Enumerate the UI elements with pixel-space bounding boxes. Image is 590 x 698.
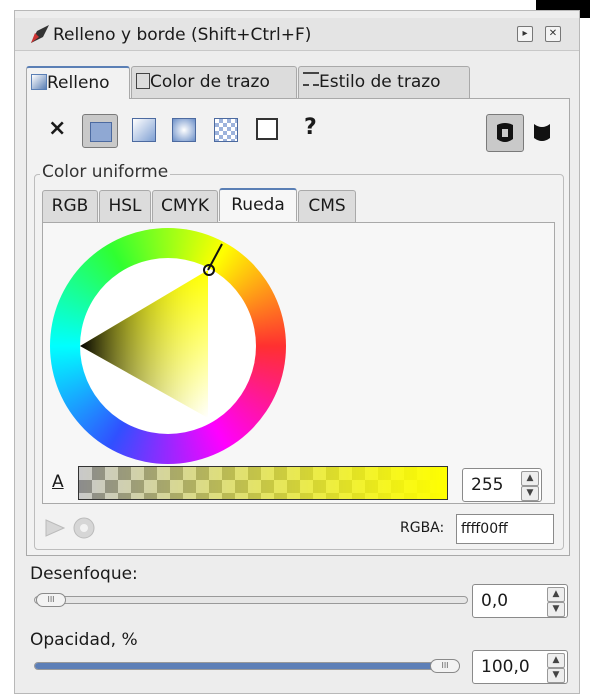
tab-stroke-style[interactable]: Estilo de trazo (298, 66, 470, 98)
color-managed-icon (45, 519, 66, 537)
opacity-value: 100,0 (481, 657, 530, 677)
uniform-color-label: Color uniforme (40, 162, 171, 182)
nonzero-fill-icon[interactable] (528, 118, 556, 146)
alpha-label: A (52, 472, 64, 492)
blur-label: Desenfoque: (30, 564, 138, 584)
color-managed-icons (45, 517, 95, 539)
evenodd-fill-icon (497, 123, 513, 142)
spin-down-icon[interactable]: ▼ (521, 486, 539, 501)
spin-up-icon[interactable]: ▲ (521, 471, 539, 486)
alpha-spinbutton[interactable]: 255 ▲ ▼ (462, 468, 542, 502)
color-triangle[interactable] (50, 228, 286, 464)
tab-stroke-paint[interactable]: Color de trazo (131, 66, 297, 98)
opacity-slider-knob[interactable]: III (430, 659, 460, 673)
alpha-value: 255 (471, 475, 504, 495)
alpha-slider[interactable] (78, 466, 448, 500)
spin-up-icon[interactable]: ▲ (547, 587, 565, 602)
tab-cms[interactable]: CMS (298, 190, 356, 222)
opacity-slider-fill (35, 663, 459, 669)
swatch-button[interactable] (256, 118, 282, 144)
linear-gradient-button[interactable] (132, 118, 158, 144)
tab-hsl[interactable]: HSL (99, 190, 151, 222)
flat-color-icon (90, 122, 112, 142)
fill-stroke-icon (31, 25, 49, 43)
pattern-icon (214, 118, 238, 142)
evenodd-fill-button[interactable] (486, 114, 524, 152)
flat-color-button[interactable] (82, 114, 118, 148)
spin-up-icon[interactable]: ▲ (547, 653, 565, 668)
stroke-style-icon (303, 72, 319, 86)
tab-rgb[interactable]: RGB (42, 190, 98, 222)
tab-stroke-style-label: Estilo de trazo (319, 72, 441, 92)
blur-slider[interactable] (34, 596, 468, 604)
opacity-label: Opacidad, % (30, 630, 138, 650)
radial-gradient-button[interactable] (172, 118, 198, 144)
fill-swatch-icon (31, 74, 47, 90)
tab-fill-label: Relleno (47, 73, 110, 93)
spin-down-icon[interactable]: ▼ (547, 602, 565, 617)
tab-fill[interactable]: Relleno (26, 66, 130, 99)
swatch-icon (256, 118, 278, 140)
no-paint-icon[interactable]: × (48, 116, 66, 141)
tab-cmyk[interactable]: CMYK (152, 190, 218, 222)
panel-title: Relleno y borde (Shift+Ctrl+F) (53, 25, 312, 45)
panel-title-bar[interactable]: Relleno y borde (Shift+Ctrl+F) ▸ ✕ (15, 18, 579, 51)
rgba-entry[interactable]: ffff00ff (456, 514, 554, 544)
panel-menu-button[interactable]: ▸ (517, 26, 533, 42)
panel-close-button[interactable]: ✕ (545, 26, 561, 42)
rgba-label: RGBA: (400, 520, 445, 536)
pattern-button[interactable] (214, 118, 240, 144)
blur-spinbutton[interactable]: 0,0 ▲ ▼ (472, 584, 568, 618)
blur-slider-knob[interactable]: III (36, 593, 66, 607)
tab-stroke-paint-label: Color de trazo (150, 72, 270, 92)
tab-wheel[interactable]: Rueda (219, 188, 297, 221)
spin-down-icon[interactable]: ▼ (547, 668, 565, 683)
unset-paint-icon[interactable]: ? (304, 115, 317, 140)
radial-gradient-icon (172, 118, 196, 142)
linear-gradient-icon (132, 118, 156, 142)
opacity-spinbutton[interactable]: 100,0 ▲ ▼ (472, 650, 568, 684)
blur-value: 0,0 (481, 591, 509, 611)
stroke-swatch-icon (136, 73, 150, 89)
